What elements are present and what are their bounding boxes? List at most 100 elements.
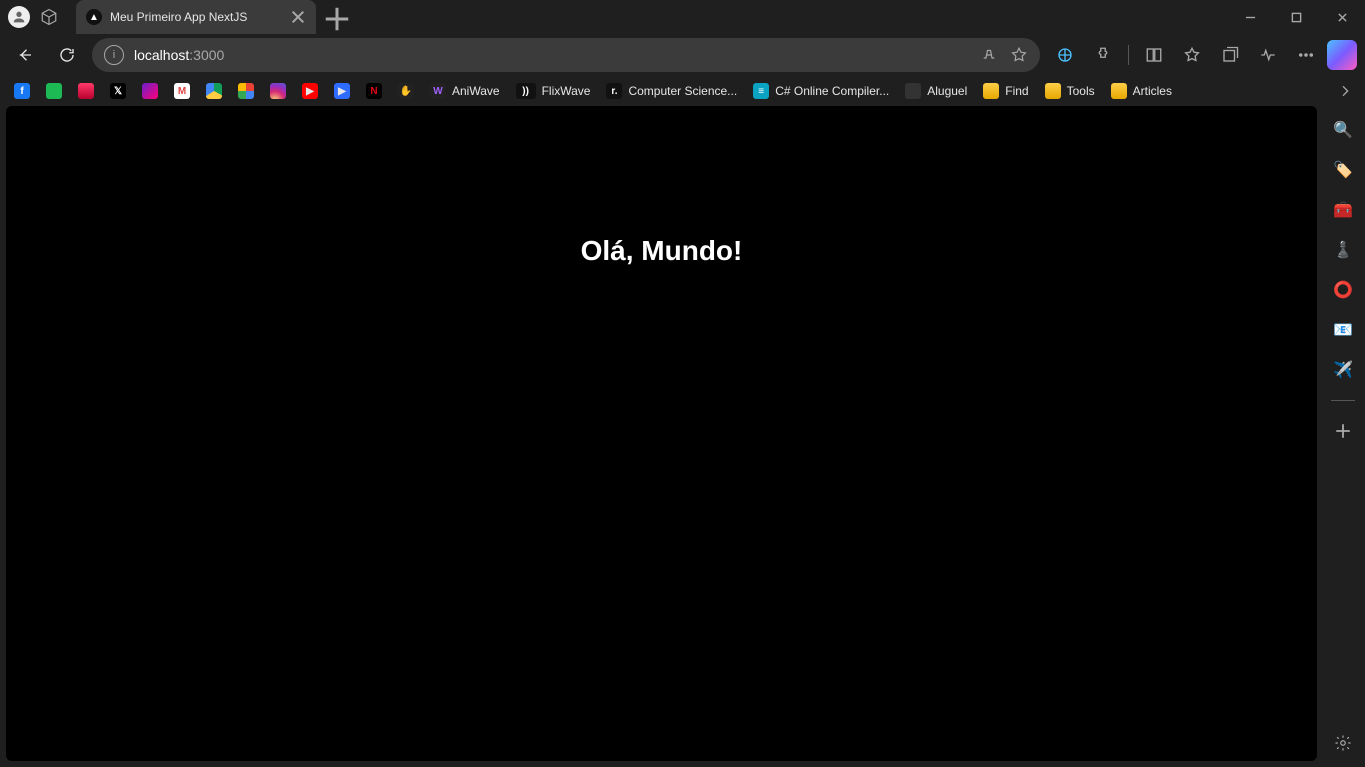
collections-button[interactable] <box>1213 38 1247 72</box>
shield-icon <box>1056 46 1074 64</box>
new-tab-button[interactable] <box>322 4 352 34</box>
favicon-icon: M <box>174 83 190 99</box>
sidebar-toolbox-button[interactable]: 🧰 <box>1329 196 1357 224</box>
refresh-icon <box>58 46 76 64</box>
bookmark-item[interactable]: ≡C# Online Compiler... <box>747 79 895 103</box>
favorites-button[interactable] <box>1175 38 1209 72</box>
sidebar-office-button[interactable]: ⭕ <box>1329 276 1357 304</box>
favicon-icon: f <box>14 83 30 99</box>
favicon-icon: ▶ <box>334 83 350 99</box>
bookmark-item[interactable]: ▶ <box>328 79 356 103</box>
site-info-icon[interactable]: i <box>104 45 124 65</box>
bookmarks-bar: f 𝕏 M ▶ ▶ N ✋ WAniWave)) FlixWave r.Computer Scie… <box>0 76 1365 106</box>
tab-title: Meu Primeiro App NextJS <box>110 10 282 24</box>
bookmarks-overflow-button[interactable] <box>1333 79 1357 103</box>
heartbeat-icon <box>1259 46 1277 64</box>
tab-strip: ▲ Meu Primeiro App NextJS <box>76 0 352 34</box>
sidebar-add-button[interactable] <box>1329 417 1357 445</box>
bookmark-item[interactable]: ✋ <box>392 79 420 103</box>
page-heading: Olá, Mundo! <box>6 235 1317 267</box>
bookmark-folder[interactable]: Find <box>977 79 1034 103</box>
split-screen-button[interactable] <box>1137 38 1171 72</box>
folder-icon <box>1111 83 1127 99</box>
favicon-icon <box>78 83 94 99</box>
favicon-icon: ▶ <box>302 83 318 99</box>
body-row: Olá, Mundo! 🔍 🏷️ 🧰 ♟️ ⭕ 📧 ✈️ <box>0 106 1365 767</box>
bookmark-item[interactable] <box>264 79 292 103</box>
read-aloud-icon[interactable] <box>980 46 998 64</box>
bookmark-item[interactable] <box>232 79 260 103</box>
workspaces-button[interactable] <box>38 6 60 28</box>
titlebar: ▲ Meu Primeiro App NextJS <box>0 0 1365 34</box>
close-icon <box>290 9 306 25</box>
browser-window: ▲ Meu Primeiro App NextJS i localhos <box>0 0 1365 767</box>
bookmark-item[interactable]: M <box>168 79 196 103</box>
sidebar-send-button[interactable]: ✈️ <box>1329 356 1357 384</box>
favorite-star-icon[interactable] <box>1010 46 1028 64</box>
plus-icon <box>1334 422 1352 440</box>
bookmark-label: Tools <box>1067 84 1095 98</box>
favicon-icon: ✋ <box>398 83 414 99</box>
performance-button[interactable] <box>1251 38 1285 72</box>
plus-icon <box>322 4 352 34</box>
bookmark-item[interactable]: ▶ <box>296 79 324 103</box>
bookmark-item[interactable] <box>200 79 228 103</box>
titlebar-left: ▲ Meu Primeiro App NextJS <box>0 0 352 34</box>
puzzle-icon <box>1094 46 1112 64</box>
favicon-icon: r. <box>606 83 622 99</box>
copilot-button[interactable] <box>1327 40 1357 70</box>
tab-active[interactable]: ▲ Meu Primeiro App NextJS <box>76 0 316 34</box>
chevron-right-icon <box>1337 83 1353 99</box>
address-host: localhost:3000 <box>134 47 224 63</box>
refresh-button[interactable] <box>50 38 84 72</box>
bookmark-item[interactable]: WAniWave <box>424 79 506 103</box>
sidebar-search-button[interactable]: 🔍 <box>1329 116 1357 144</box>
bookmark-item[interactable]: 𝕏 <box>104 79 132 103</box>
gear-icon <box>1334 734 1352 752</box>
extensions-button[interactable] <box>1086 38 1120 72</box>
favicon-icon <box>206 83 222 99</box>
address-bar[interactable]: i localhost:3000 <box>92 38 1040 72</box>
back-button[interactable] <box>8 38 42 72</box>
maximize-button[interactable] <box>1273 0 1319 34</box>
sidebar-shopping-button[interactable]: 🏷️ <box>1329 156 1357 184</box>
split-icon <box>1145 46 1163 64</box>
person-icon <box>11 9 27 25</box>
sidebar-games-button[interactable]: ♟️ <box>1329 236 1357 264</box>
bookmark-item[interactable] <box>136 79 164 103</box>
minimize-button[interactable] <box>1227 0 1273 34</box>
bookmark-item[interactable] <box>72 79 100 103</box>
bookmark-label: C# Online Compiler... <box>775 84 889 98</box>
tab-close-button[interactable] <box>290 9 306 25</box>
profile-avatar[interactable] <box>8 6 30 28</box>
star-plus-icon <box>1183 46 1201 64</box>
bookmark-folder[interactable]: Articles <box>1105 79 1178 103</box>
bookmark-label: Articles <box>1133 84 1172 98</box>
toolbar-actions <box>1048 38 1357 72</box>
favicon-icon: N <box>366 83 382 99</box>
bookmark-item[interactable]: r.Computer Science... <box>600 79 743 103</box>
edge-sidebar: 🔍 🏷️ 🧰 ♟️ ⭕ 📧 ✈️ <box>1321 106 1365 767</box>
favicon-icon: )) <box>516 83 536 99</box>
sidebar-settings-button[interactable] <box>1329 729 1357 757</box>
bookmark-label: FlixWave <box>542 84 591 98</box>
address-right-icons <box>980 46 1028 64</box>
bookmark-label: Find <box>1005 84 1028 98</box>
sidebar-outlook-button[interactable]: 📧 <box>1329 316 1357 344</box>
minimize-icon <box>1245 12 1256 23</box>
page-content: Olá, Mundo! <box>6 106 1317 761</box>
more-button[interactable] <box>1289 38 1323 72</box>
close-window-button[interactable] <box>1319 0 1365 34</box>
tracking-button[interactable] <box>1048 38 1082 72</box>
bookmark-item[interactable]: )) FlixWave <box>510 79 597 103</box>
collections-icon <box>1221 46 1239 64</box>
toolbar: i localhost:3000 <box>0 34 1365 76</box>
dots-icon <box>1297 46 1315 64</box>
favicon-icon <box>142 83 158 99</box>
bookmark-folder[interactable]: Tools <box>1039 79 1101 103</box>
bookmark-item[interactable]: Aluguel <box>899 79 973 103</box>
maximize-icon <box>1291 12 1302 23</box>
bookmark-item[interactable] <box>40 79 68 103</box>
bookmark-item[interactable]: f <box>8 79 36 103</box>
bookmark-item[interactable]: N <box>360 79 388 103</box>
